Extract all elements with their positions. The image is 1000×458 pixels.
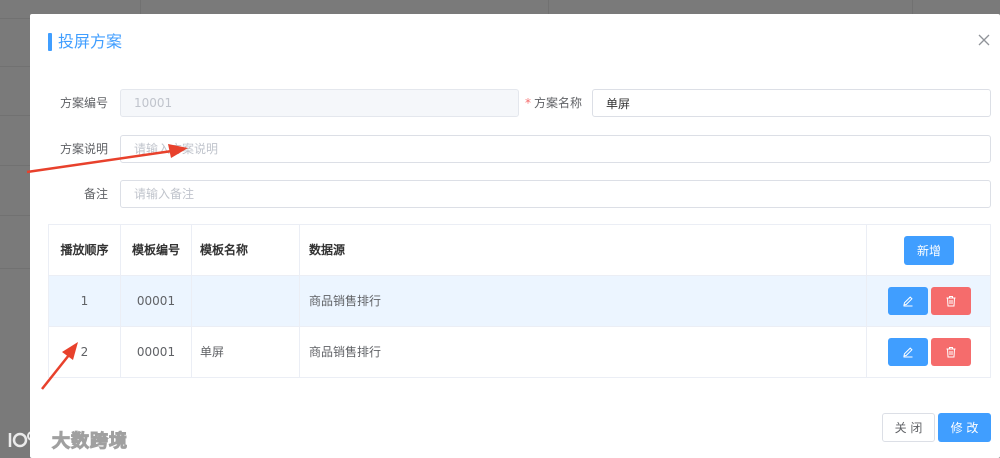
watermark-logo-icon <box>8 431 47 448</box>
arrow-to-desc-input <box>26 144 188 174</box>
arrow-to-row-2 <box>41 342 78 390</box>
watermark-text: 大数跨境 <box>52 431 128 453</box>
annotation-arrows <box>26 144 188 390</box>
watermark: 大数跨境 <box>6 427 128 453</box>
